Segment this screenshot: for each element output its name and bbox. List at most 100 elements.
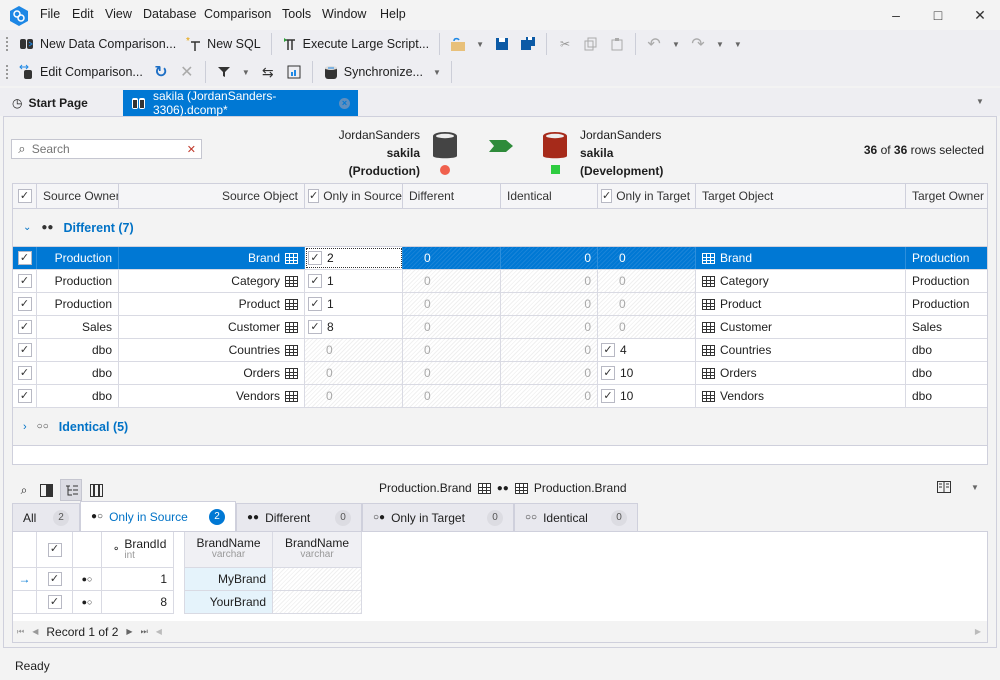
open-icon[interactable] <box>450 36 466 52</box>
clear-search-icon[interactable]: ✕ <box>187 143 201 156</box>
filter-icon[interactable] <box>216 64 232 80</box>
row-checkbox[interactable]: ✓ <box>13 316 37 338</box>
row-checkbox[interactable]: ✓ <box>13 293 37 315</box>
header-target-brandname[interactable]: BrandName varchar <box>273 532 362 567</box>
new-data-comparison-button[interactable]: New Data Comparison... <box>19 33 176 55</box>
prev-record-icon[interactable]: ◀ <box>32 627 38 636</box>
only-in-source-cell[interactable]: ✓ 1 <box>305 270 403 292</box>
toolbar-grip[interactable] <box>6 37 9 51</box>
toolbar-grip[interactable] <box>6 65 9 79</box>
tab-different[interactable]: ●● Different 0 <box>236 503 362 531</box>
row-checkbox[interactable]: ✓ <box>13 362 37 384</box>
header-source-brandname[interactable]: BrandName varchar <box>185 532 273 567</box>
row-checkbox[interactable]: ✓ <box>13 385 37 407</box>
synchronize-button[interactable]: Synchronize... <box>323 61 423 83</box>
layout-icon[interactable] <box>937 481 951 496</box>
redo-dropdown-icon[interactable]: ▼ <box>716 40 724 49</box>
toolbar-options-icon[interactable]: ▼ <box>734 40 742 49</box>
menu-edit[interactable]: Edit <box>72 7 94 21</box>
maximize-button[interactable]: □ <box>928 6 948 24</box>
menu-view[interactable]: View <box>105 7 132 21</box>
details-value-row[interactable]: MyBrand <box>184 568 362 591</box>
table-row[interactable]: ✓ Sales Customer ✓ 8 0 0 0 Customer Sales <box>13 316 987 339</box>
refresh-icon[interactable]: ↻ <box>153 64 169 81</box>
layout-dropdown-icon[interactable]: ▼ <box>971 483 979 492</box>
include-checkbox[interactable]: ✓ <box>308 274 322 288</box>
edit-comparison-button[interactable]: Edit Comparison... <box>19 61 143 83</box>
header-only-in-source[interactable]: ✓ Only in Source <box>305 184 403 208</box>
scroll-left-icon[interactable]: ◀ <box>156 627 162 636</box>
new-sql-button[interactable]: * New SQL <box>186 33 261 55</box>
search-box[interactable]: ⌕ ✕ <box>11 139 202 159</box>
row-checkbox[interactable]: ✓ <box>37 568 73 591</box>
details-select-all[interactable]: ✓ <box>37 532 73 567</box>
header-target-object[interactable]: Target Object <box>696 184 906 208</box>
table-row[interactable]: ✓ dbo Vendors 0 0 0 ✓ 10 Vendors dbo <box>13 385 987 408</box>
paste-icon[interactable] <box>609 36 625 52</box>
header-target-owner[interactable]: Target Owner <box>906 184 987 208</box>
include-checkbox[interactable]: ✓ <box>308 297 322 311</box>
header-brandid[interactable]: ⚬ BrandId int <box>102 532 174 567</box>
search-input[interactable] <box>31 142 187 156</box>
row-checkbox[interactable]: ✓ <box>13 247 37 269</box>
header-identical[interactable]: Identical <box>501 184 598 208</box>
menu-help[interactable]: Help <box>380 7 406 21</box>
open-dropdown-icon[interactable]: ▼ <box>476 40 484 49</box>
save-icon[interactable] <box>494 36 510 52</box>
find-icon[interactable]: ⌕ <box>16 482 32 498</box>
table-row[interactable]: ✓ Production Category ✓ 1 0 0 0 Category Producti… <box>13 270 987 293</box>
include-checkbox[interactable]: ✓ <box>601 343 615 357</box>
only-in-target-cell[interactable]: ✓ 10 <box>598 362 696 384</box>
close-window-button[interactable]: ✕ <box>970 6 990 24</box>
only-in-source-cell[interactable]: ✓ 8 <box>305 316 403 338</box>
stop-icon[interactable]: ✕ <box>179 64 195 81</box>
collapse-chevron-icon[interactable]: ⌄ <box>23 222 31 233</box>
expand-chevron-icon[interactable]: › <box>23 421 27 433</box>
only-in-source-checkbox[interactable]: ✓ <box>308 189 320 203</box>
table-row[interactable]: ✓ Production Product ✓ 1 0 0 0 Product Production <box>13 293 987 316</box>
redo-icon[interactable]: ↷ <box>690 36 706 53</box>
details-row[interactable]: ✓ ●○ 8 <box>13 591 174 614</box>
group-different[interactable]: ⌄ ●● Different (7) <box>13 209 987 247</box>
menu-tools[interactable]: Tools <box>282 7 311 21</box>
last-record-icon[interactable]: ⏭ <box>141 627 148 637</box>
tab-only-in-source[interactable]: ●○ Only in Source 2 <box>80 501 236 531</box>
row-checkbox[interactable]: ✓ <box>13 339 37 361</box>
tree-view-icon[interactable] <box>60 479 82 501</box>
only-in-source-cell[interactable]: ✓ 2 <box>305 247 403 269</box>
first-record-icon[interactable]: ⏮ <box>17 627 24 637</box>
synchronize-dropdown-icon[interactable]: ▼ <box>433 68 441 77</box>
tab-all[interactable]: All 2 <box>12 503 80 531</box>
tab-identical[interactable]: ○○ Identical 0 <box>514 503 638 531</box>
menu-window[interactable]: Window <box>322 7 366 21</box>
tab-start-page[interactable]: ◷ Start Page <box>4 90 122 116</box>
swap-icon[interactable]: ⇆ <box>260 64 276 80</box>
execute-large-script-button[interactable]: Execute Large Script... <box>282 33 429 55</box>
close-tab-icon[interactable]: × <box>339 97 350 109</box>
copy-icon[interactable] <box>583 36 599 52</box>
columns-view-icon[interactable] <box>88 482 104 498</box>
include-checkbox[interactable]: ✓ <box>308 251 322 265</box>
include-checkbox[interactable]: ✓ <box>308 320 322 334</box>
table-row[interactable]: ✓ Production Brand ✓ 2 0 0 0 Brand Production <box>13 247 987 270</box>
group-identical[interactable]: › ○○ Identical (5) <box>13 408 987 446</box>
header-source-owner[interactable]: Source Owner <box>37 184 119 208</box>
next-record-icon[interactable]: ▶ <box>126 627 132 636</box>
row-checkbox[interactable]: ✓ <box>13 270 37 292</box>
only-in-source-cell[interactable]: ✓ 1 <box>305 293 403 315</box>
table-row[interactable]: ✓ dbo Countries 0 0 0 ✓ 4 Countries dbo <box>13 339 987 362</box>
details-value-row[interactable]: YourBrand <box>184 591 362 614</box>
header-source-object[interactable]: Source Object <box>119 184 305 208</box>
undo-dropdown-icon[interactable]: ▼ <box>672 40 680 49</box>
only-in-target-checkbox[interactable]: ✓ <box>601 189 613 203</box>
undo-icon[interactable]: ↶ <box>646 36 662 53</box>
split-view-icon[interactable] <box>38 482 54 498</box>
minimize-button[interactable]: – <box>886 6 906 24</box>
menu-database[interactable]: Database <box>143 7 197 21</box>
report-icon[interactable] <box>286 64 302 80</box>
tab-only-in-target[interactable]: ○● Only in Target 0 <box>362 503 514 531</box>
header-only-in-target[interactable]: ✓ Only in Target <box>598 184 696 208</box>
table-row[interactable]: ✓ dbo Orders 0 0 0 ✓ 10 Orders dbo <box>13 362 987 385</box>
header-different[interactable]: Different <box>403 184 501 208</box>
only-in-target-cell[interactable]: ✓ 4 <box>598 339 696 361</box>
